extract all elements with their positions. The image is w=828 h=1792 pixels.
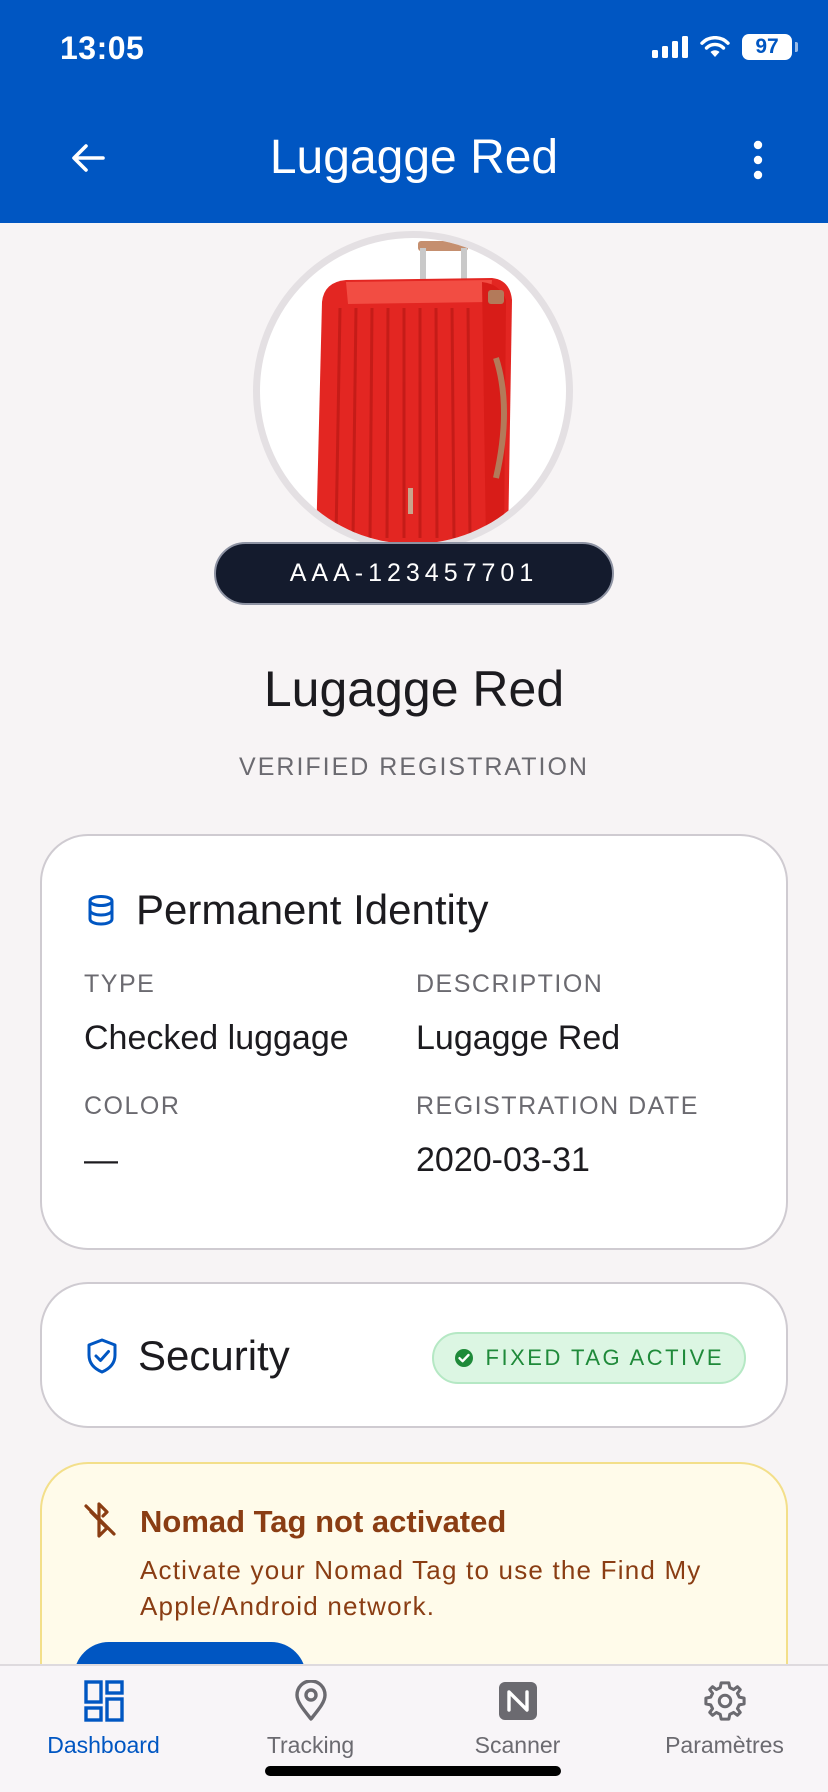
more-options-button[interactable] (736, 134, 780, 186)
home-indicator (265, 1766, 561, 1776)
warning-title: Nomad Tag not activated (140, 1504, 507, 1539)
field-value: — (84, 1141, 118, 1179)
color-field: COLOR — (84, 1092, 180, 1180)
badge-label: FIXED TAG ACTIVE (485, 1345, 724, 1370)
field-value: Lugagge Red (416, 1019, 621, 1057)
field-label: REGISTRATION DATE (416, 1092, 699, 1120)
tag-id-badge: AAA-123457701 (214, 542, 614, 605)
status-time: 13:05 (60, 30, 145, 66)
nav-scanner[interactable]: Scanner (414, 1680, 621, 1780)
identity-card-header: Permanent Identity (86, 886, 489, 934)
registration-date-field: REGISTRATION DATE 2020-03-31 (416, 1092, 699, 1180)
page-title: Lugagge Red (269, 131, 559, 184)
field-label: TYPE (84, 970, 156, 998)
registration-status: VERIFIED REGISTRATION (239, 753, 589, 781)
check-circle-icon (454, 1349, 473, 1367)
item-photo (253, 231, 573, 551)
nav-dashboard[interactable]: Dashboard (0, 1680, 207, 1780)
more-vertical-icon (753, 140, 763, 180)
gear-icon (703, 1681, 746, 1721)
identity-card-title: Permanent Identity (136, 886, 489, 933)
nav-tracking[interactable]: Tracking (207, 1680, 414, 1780)
security-card: Security FIXED TAG ACTIVE (40, 1282, 788, 1428)
permanent-identity-card: Permanent Identity TYPE Checked luggage … (40, 834, 788, 1250)
field-value: Checked luggage (84, 1019, 349, 1057)
nav-label: Scanner (474, 1732, 561, 1758)
database-icon (88, 895, 114, 926)
security-card-header: Security (86, 1332, 290, 1380)
location-pin-icon (294, 1680, 327, 1721)
item-name: Lugagge Red (263, 661, 565, 717)
signal-icon (652, 36, 688, 58)
shield-check-icon (87, 1338, 117, 1374)
field-label: COLOR (84, 1092, 181, 1120)
type-field: TYPE Checked luggage (84, 970, 349, 1058)
wifi-icon (700, 36, 730, 57)
battery-indicator: 97 (742, 34, 798, 60)
bluetooth-off-icon (84, 1502, 116, 1538)
suitcase-image (316, 241, 512, 544)
nav-label: Dashboard (47, 1732, 160, 1758)
fixed-tag-status-badge: FIXED TAG ACTIVE (431, 1332, 746, 1384)
app-header: 13:05 97 Lugagge Red (0, 0, 828, 223)
nfc-icon (498, 1682, 537, 1720)
nav-label: Paramètres (665, 1732, 784, 1758)
nav-settings[interactable]: Paramètres (621, 1680, 828, 1780)
dashboard-icon (83, 1680, 124, 1722)
warning-text: Activate your Nomad Tag to use the Find … (140, 1555, 702, 1621)
description-field: DESCRIPTION Lugagge Red (416, 970, 620, 1058)
field-label: DESCRIPTION (416, 970, 604, 998)
field-value: 2020-03-31 (416, 1141, 590, 1179)
nav-label: Tracking (266, 1732, 355, 1758)
security-card-title: Security (138, 1332, 290, 1379)
status-icons: 97 (652, 34, 798, 60)
